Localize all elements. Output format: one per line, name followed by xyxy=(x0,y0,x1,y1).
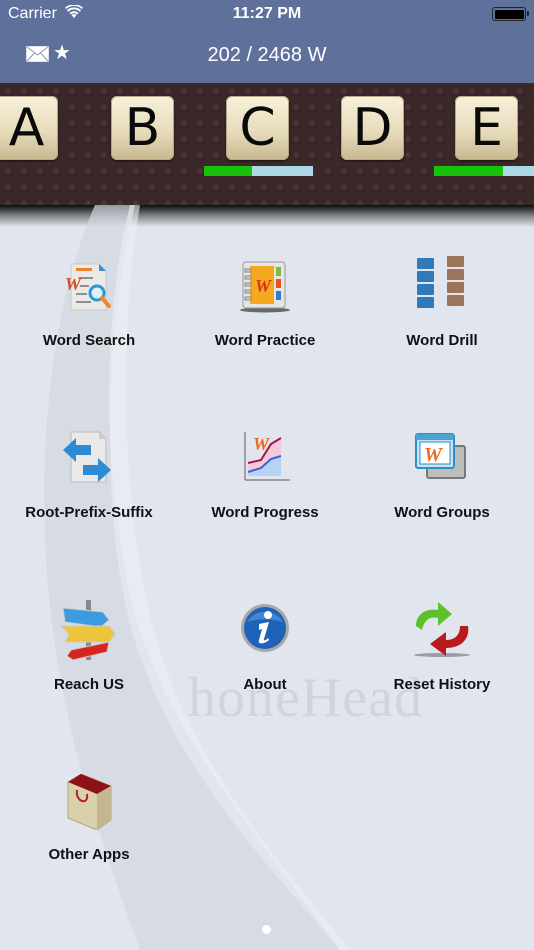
menu-word-groups[interactable]: W Word Groups xyxy=(353,428,531,528)
clock: 11:27 PM xyxy=(232,5,302,22)
signpost-icon xyxy=(59,600,119,661)
menu-reach-us[interactable]: Reach US xyxy=(0,600,178,700)
progress-fill-c xyxy=(204,166,252,176)
menu-label: Other Apps xyxy=(48,846,130,863)
word-practice-icon: W xyxy=(235,256,295,316)
word-drill-icon xyxy=(412,256,472,316)
strip-shadow xyxy=(0,205,534,227)
word-count: 202 / 2468 W xyxy=(207,44,327,66)
progress-bar-c xyxy=(204,166,313,176)
word-progress-icon: W xyxy=(235,428,295,488)
progress-bar-e xyxy=(434,166,534,176)
menu-other-apps[interactable]: Other Apps xyxy=(0,770,178,870)
menu-label: Word Practice xyxy=(214,332,316,349)
letter-tile-a[interactable]: A xyxy=(0,96,58,160)
menu-label: Word Groups xyxy=(394,504,490,521)
word-search-icon: W xyxy=(59,256,119,316)
nav-bar: ★ 202 / 2468 W xyxy=(0,28,534,83)
progress-fill-e xyxy=(434,166,503,176)
status-bar: Carrier 11:27 PM xyxy=(0,0,534,28)
letter-tile-d[interactable]: D xyxy=(341,96,404,160)
svg-text:W: W xyxy=(255,276,273,296)
menu-label: Reach US xyxy=(53,676,125,693)
menu-label: Root-Prefix-Suffix xyxy=(25,504,153,521)
svg-text:W: W xyxy=(65,274,83,294)
root-prefix-suffix-icon xyxy=(59,428,119,488)
page-indicator-dot[interactable] xyxy=(262,925,271,934)
menu-word-practice[interactable]: W Word Practice xyxy=(176,256,354,356)
word-groups-icon: W xyxy=(412,428,472,488)
menu-label: Word Drill xyxy=(406,332,478,349)
menu-word-drill[interactable]: Word Drill xyxy=(353,256,531,356)
info-icon xyxy=(235,600,295,660)
menu-reset-history[interactable]: Reset History xyxy=(353,600,531,700)
menu-label: Reset History xyxy=(393,676,491,693)
reset-arrows-icon xyxy=(412,600,472,660)
menu-word-search[interactable]: W Word Search xyxy=(0,256,178,356)
letter-tile-e[interactable]: E xyxy=(455,96,518,160)
svg-text:W: W xyxy=(424,444,443,466)
menu-label: Word Progress xyxy=(211,504,319,521)
letter-tile-c[interactable]: C xyxy=(226,96,289,160)
menu-label: About xyxy=(243,676,287,693)
shopping-bag-icon xyxy=(59,770,119,831)
letter-strip[interactable]: A B C D E xyxy=(0,83,534,205)
menu-label: Word Search xyxy=(42,332,136,349)
menu-about[interactable]: About xyxy=(176,600,354,700)
menu-root-prefix-suffix[interactable]: Root-Prefix-Suffix xyxy=(0,428,178,528)
svg-text:W: W xyxy=(253,434,271,454)
menu-word-progress[interactable]: W Word Progress xyxy=(176,428,354,528)
battery-icon xyxy=(492,7,529,21)
letter-tile-b[interactable]: B xyxy=(111,96,174,160)
